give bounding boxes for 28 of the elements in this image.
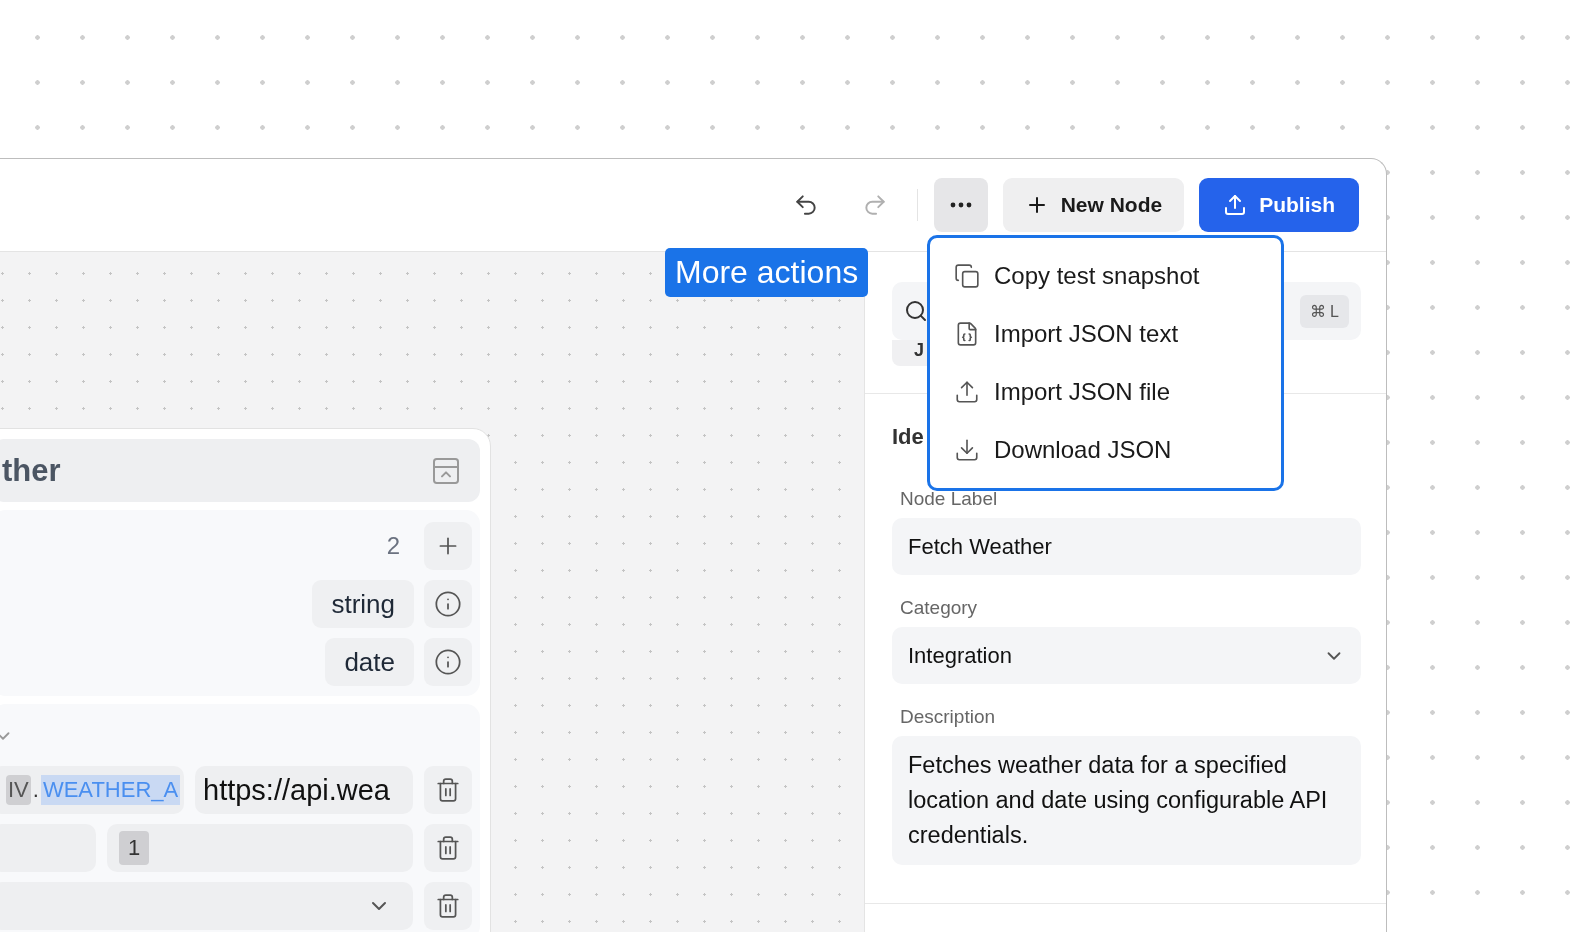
select-field[interactable]: Integration — [892, 627, 1361, 684]
tooltip: More actions — [665, 248, 869, 297]
menu-item[interactable]: Import JSON text — [930, 305, 1281, 363]
value-field[interactable]: 1 — [107, 824, 413, 872]
node-card[interactable]: ther 2 string date IV . WEATHER_A https://api.wea 1 — [0, 428, 491, 932]
field-label: Node Label — [900, 488, 998, 510]
field-label: Description — [900, 706, 996, 728]
separator-text: . — [32, 777, 39, 803]
type-tag: string — [312, 580, 414, 628]
field-label: Category — [900, 597, 978, 619]
type-tag: date — [325, 638, 414, 686]
publish-button[interactable]: Publish — [1199, 178, 1359, 232]
select-value: Integration — [908, 642, 1012, 669]
section-title: Ide — [892, 424, 924, 450]
new-node-button[interactable]: New Node — [1002, 178, 1185, 232]
variable-name: WEATHER_A — [40, 775, 181, 805]
url-field[interactable]: https://api.wea — [195, 766, 413, 814]
menu-item[interactable]: Copy test snapshot — [930, 247, 1281, 305]
menu-item[interactable]: Download JSON — [930, 421, 1281, 479]
env-variable-field[interactable]: IV . WEATHER_A — [0, 766, 184, 814]
menu-item[interactable]: Import JSON file — [930, 363, 1281, 421]
text-field[interactable]: Fetch Weather — [892, 518, 1361, 575]
number-tag: 1 — [119, 831, 150, 865]
env-tag: IV — [6, 775, 31, 805]
textarea-field[interactable]: Fetches weather data for a specified location and date using configurable API credentials. — [892, 736, 1361, 865]
param-count: 2 — [386, 532, 400, 560]
node-title: ther — [2, 452, 61, 489]
shortcut-key: ⌘ L — [1299, 294, 1349, 328]
